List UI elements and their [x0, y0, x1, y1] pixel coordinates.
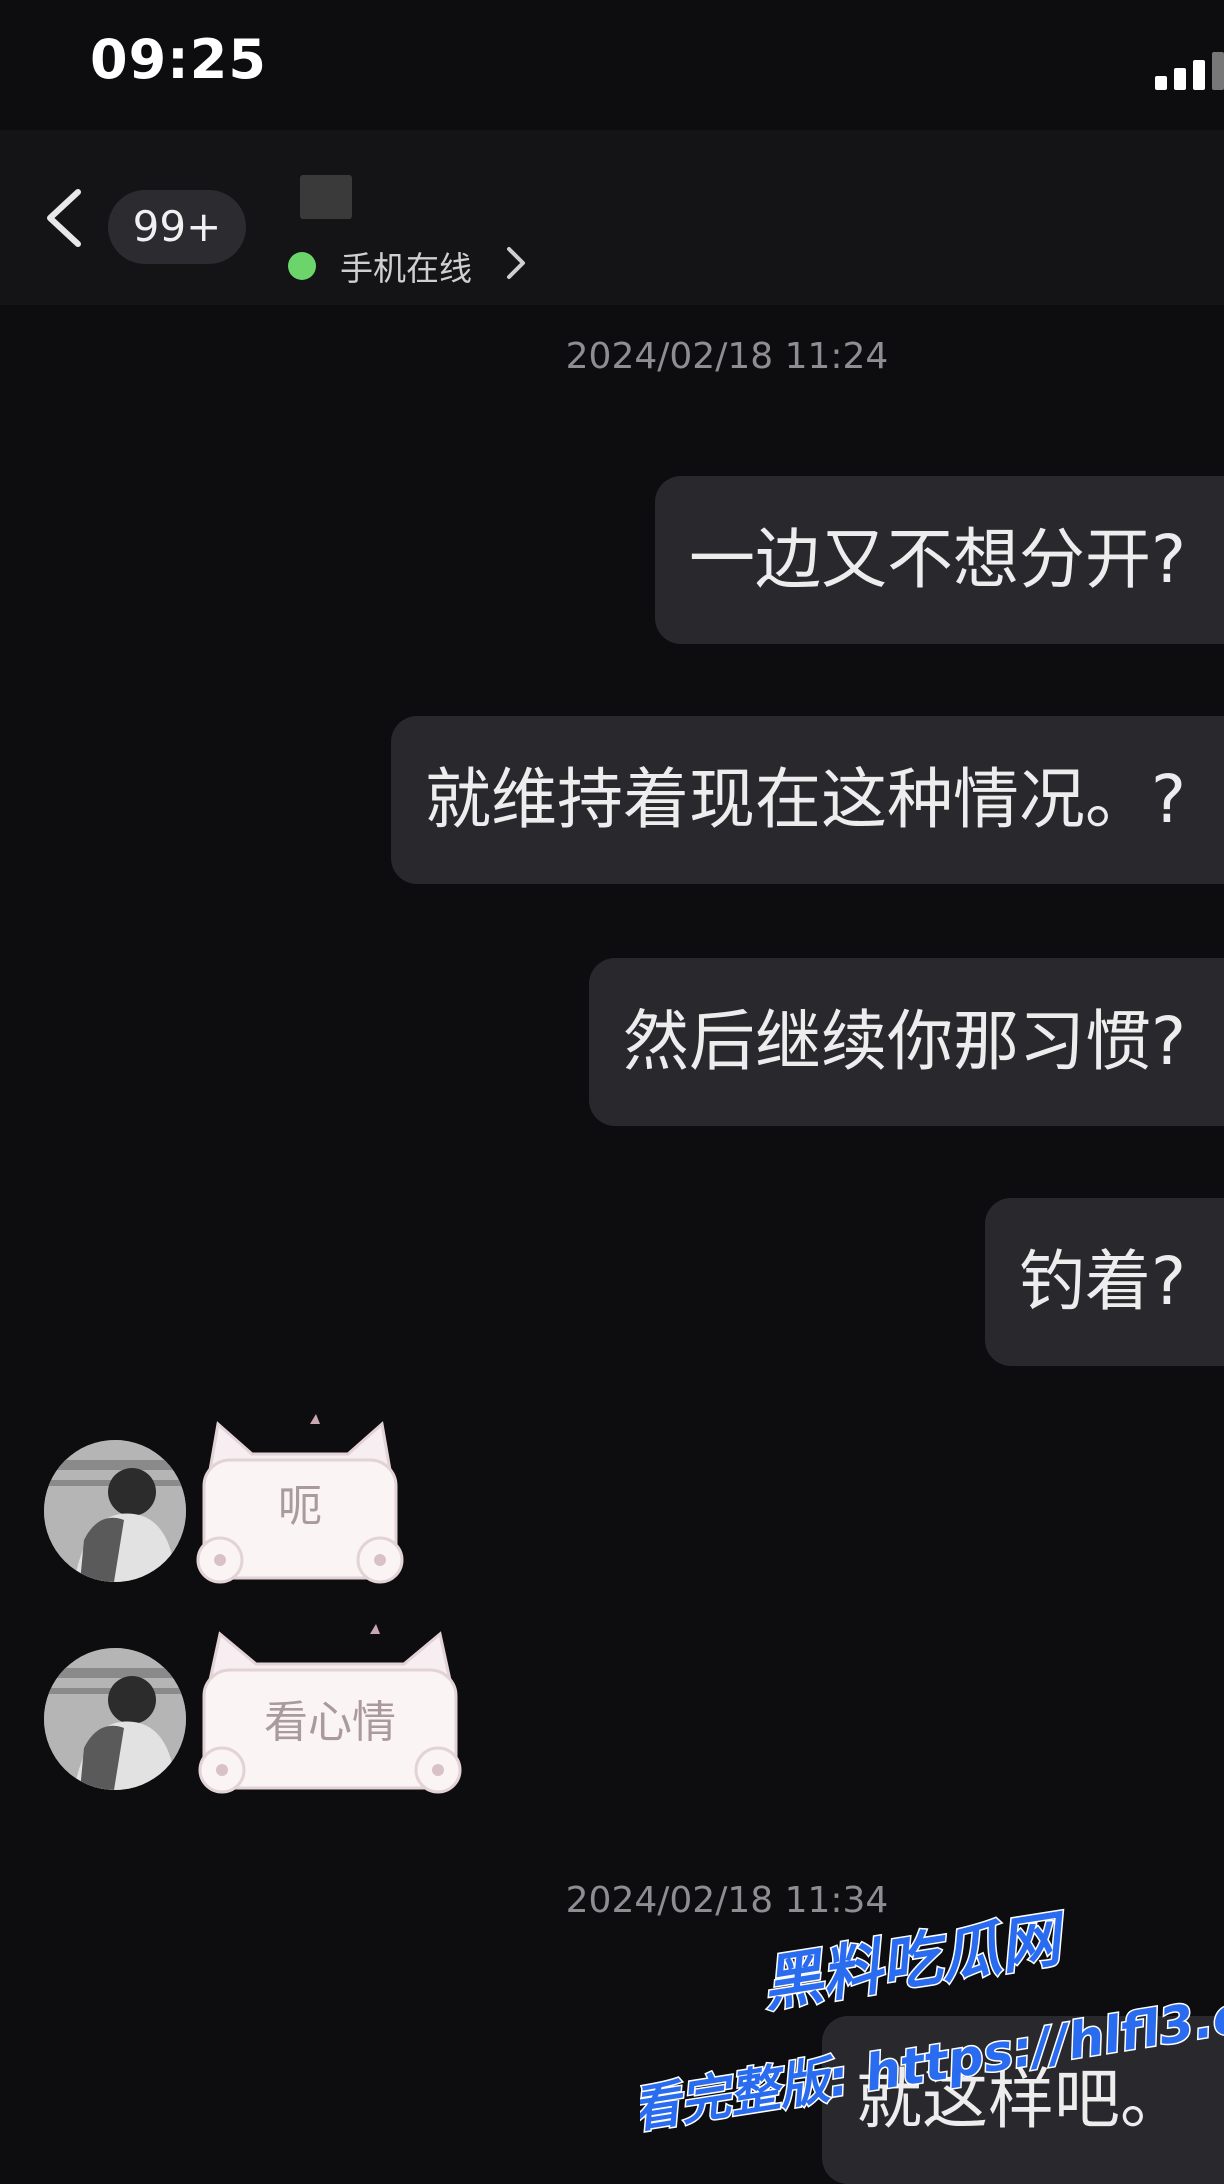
sent-message-bubble[interactable]: 然后继续你那习惯? [588, 958, 1224, 1126]
signal-icon [1155, 52, 1224, 90]
chat-header: 99+ 手机在线 [0, 130, 1224, 305]
contact-name-redacted[interactable] [300, 175, 352, 219]
message-timestamp: 2024/02/18 11:24 [565, 336, 889, 377]
online-status-text[interactable]: 手机在线 [340, 242, 472, 290]
chevron-right-icon[interactable] [505, 246, 527, 280]
cat-sticker[interactable]: 呃 [190, 1410, 410, 1590]
status-time: 09:25 [90, 28, 267, 91]
contact-avatar[interactable] [44, 1440, 186, 1582]
sent-message-bubble[interactable]: 一边又不想分开? [654, 476, 1224, 644]
sticker-label: 呃 [278, 1481, 322, 1532]
unread-count-badge[interactable]: 99+ [108, 190, 246, 264]
sent-message-bubble[interactable]: 就这样吧。 [822, 2016, 1224, 2184]
sent-message-bubble[interactable]: 就维持着现在这种情况。? [390, 716, 1224, 884]
status-bar: 09:25 [0, 0, 1224, 130]
message-timestamp: 2024/02/18 11:34 [565, 1880, 889, 1921]
sent-message-bubble[interactable]: 钓着? [984, 1198, 1224, 1366]
contact-avatar[interactable] [44, 1648, 186, 1790]
back-arrow-icon[interactable] [42, 188, 88, 248]
sticker-label: 看心情 [264, 1697, 396, 1748]
online-status-dot [288, 252, 316, 280]
cat-sticker[interactable]: 看心情 [190, 1620, 470, 1800]
